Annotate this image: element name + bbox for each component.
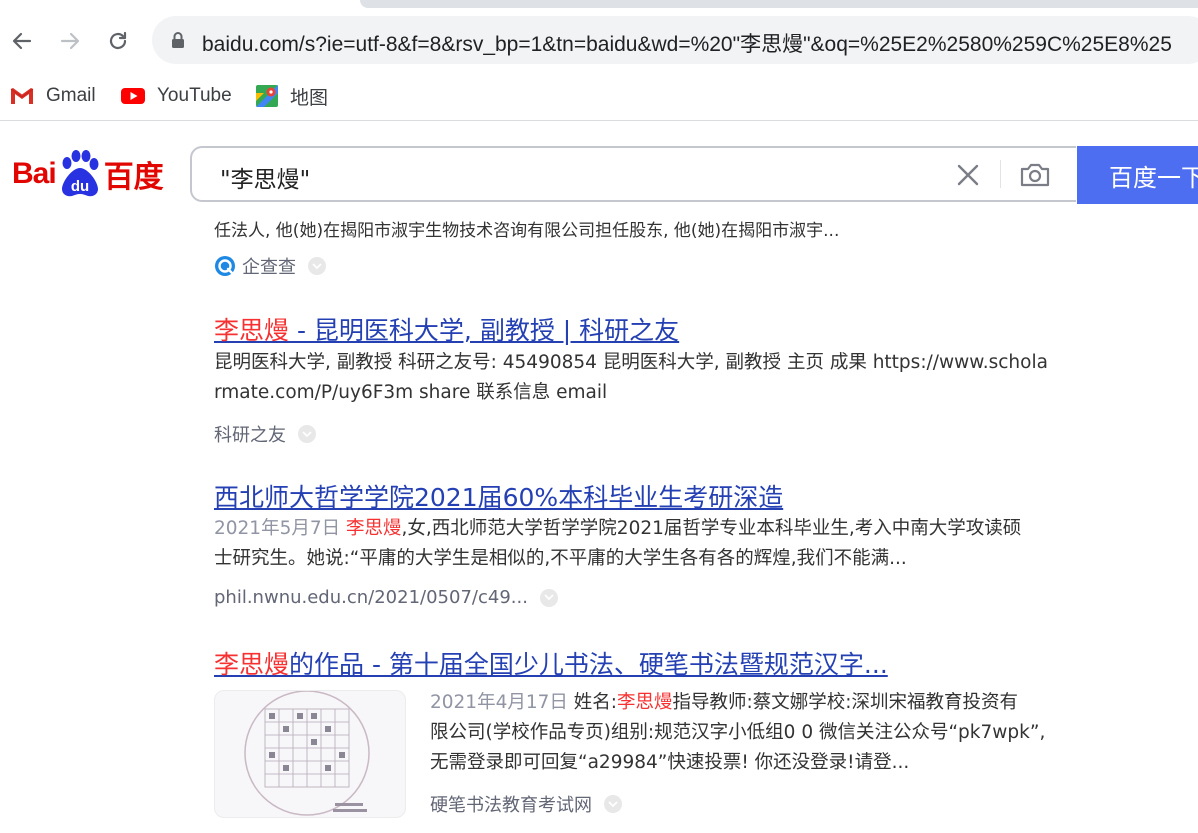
abstract-text: ,女,西北师范大学哲学学院2021届哲学专业本科毕业生,考入中南大学攻读硕 xyxy=(401,518,1022,539)
result-source[interactable]: phil.nwnu.edu.cn/2021/0507/c49... xyxy=(214,587,558,608)
baidu-logo[interactable]: Bai du 百度 xyxy=(12,150,164,198)
result-thumbnail[interactable] xyxy=(214,690,406,818)
logo-chinese-text: 百度 xyxy=(103,161,164,194)
bookmark-label: YouTube xyxy=(157,85,232,106)
source-label: 科研之友 xyxy=(214,425,286,446)
search-box[interactable] xyxy=(190,146,1076,202)
bookmark-label: 地图 xyxy=(290,87,329,109)
forward-button[interactable] xyxy=(53,24,87,58)
source-label: 企查查 xyxy=(242,257,296,278)
result-source[interactable]: 科研之友 xyxy=(214,421,316,447)
chevron-down-icon[interactable] xyxy=(308,257,326,275)
result-source[interactable]: 企查查 xyxy=(214,253,326,279)
arrow-right-icon xyxy=(60,32,80,50)
search-input[interactable]: "李思熳" xyxy=(220,160,310,194)
source-label: 硬笔书法教育考试网 xyxy=(430,795,592,816)
chevron-down-icon[interactable] xyxy=(604,795,622,813)
result-title-link[interactable]: 西北师大哲学学院2021届60%本科毕业生考研深造 xyxy=(214,478,783,514)
bookmark-gmail[interactable]: Gmail xyxy=(10,82,96,110)
bookmark-youtube[interactable]: YouTube xyxy=(121,82,232,110)
result-date: 2021年4月17日 xyxy=(430,692,568,713)
abstract-line: 昆明医科大学, 副教授 科研之友号: 45490854 昆明医科大学, 副教授 … xyxy=(214,352,1048,373)
abstract-text: 姓名: xyxy=(573,692,618,713)
result-abstract: 2021年5月7日 李思熳,女,西北师范大学哲学学院2021届哲学专业本科毕业生… xyxy=(214,514,1021,574)
result-source[interactable]: 硬笔书法教育考试网 xyxy=(430,791,622,817)
reload-icon xyxy=(109,31,127,50)
abstract-text: 指导教师:蔡文娜学校:深圳宋福教育投资有 xyxy=(672,692,1019,713)
back-button[interactable] xyxy=(5,24,39,58)
title-highlight: 李思熳 xyxy=(214,650,290,679)
youtube-icon xyxy=(121,87,145,105)
gmail-icon xyxy=(10,87,34,105)
abstract-line: rmate.com/P/uy6F3m share 联系信息 email xyxy=(214,382,608,403)
title-text: - 昆明医科大学, 副教授 | 科研之友 xyxy=(289,316,680,345)
logo-bai-text: Bai xyxy=(12,157,57,190)
bookmark-label: Gmail xyxy=(46,85,96,106)
result-title-link[interactable]: 李思熳的作品 - 第十届全国少儿书法、硬笔书法暨规范汉字... xyxy=(214,645,888,681)
result-abstract: 昆明医科大学, 副教授 科研之友号: 45490854 昆明医科大学, 副教授 … xyxy=(214,348,1048,408)
result-title-link[interactable]: 李思熳 - 昆明医科大学, 副教授 | 科研之友 xyxy=(214,311,679,347)
abstract-highlight: 李思熳 xyxy=(346,518,402,539)
arrow-left-icon xyxy=(12,32,32,50)
abstract-line: 限公司(学校作品专页)组别:规范汉字小低组0 0 微信关注公众号“pk7wpk”… xyxy=(430,722,1046,743)
reload-button[interactable] xyxy=(101,24,135,58)
chevron-down-icon[interactable] xyxy=(539,588,558,607)
abstract-highlight: 李思熳 xyxy=(617,692,673,713)
result-abstract: 2021年4月17日 姓名:李思熳指导教师:蔡文娜学校:深圳宋福教育投资有 限公… xyxy=(430,688,1045,778)
lock-icon xyxy=(172,32,184,48)
title-text: 的作品 - 第十届全国少儿书法、硬笔书法暨规范汉字... xyxy=(289,650,888,679)
calligraphy-image xyxy=(244,691,370,816)
result-date: 2021年5月7日 xyxy=(214,518,341,539)
qichacha-icon xyxy=(214,255,236,277)
url-text[interactable]: baidu.com/s?ie=utf-8&f=8&rsv_bp=1&tn=bai… xyxy=(202,28,1172,58)
title-highlight: 李思熳 xyxy=(214,316,290,345)
source-label: phil.nwnu.edu.cn/2021/0507/c49... xyxy=(214,587,528,608)
chevron-down-icon[interactable] xyxy=(298,425,316,443)
search-divider xyxy=(1000,160,1001,188)
clear-icon[interactable] xyxy=(955,162,981,188)
paw-icon: du xyxy=(58,150,102,198)
abstract-line: 无需登录即可回复“a29984”快速投票! 你还没登录!请登... xyxy=(430,752,910,773)
bookmark-maps[interactable]: 地图 xyxy=(256,82,328,110)
search-button[interactable]: 百度一下 xyxy=(1077,146,1198,204)
camera-icon[interactable] xyxy=(1018,160,1052,190)
maps-icon xyxy=(256,85,278,107)
tab-strip xyxy=(360,0,1198,8)
result-abstract-partial: 任法人, 他(她)在揭阳市淑宇生物技术咨询有限公司担任股东, 他(她)在揭阳市淑… xyxy=(214,221,840,240)
abstract-line: 士研究生。她说:“平庸的大学生是相似的,不平庸的大学生各有各的辉煌,我们不能满.… xyxy=(214,548,907,569)
logo-du-text: du xyxy=(71,178,89,195)
